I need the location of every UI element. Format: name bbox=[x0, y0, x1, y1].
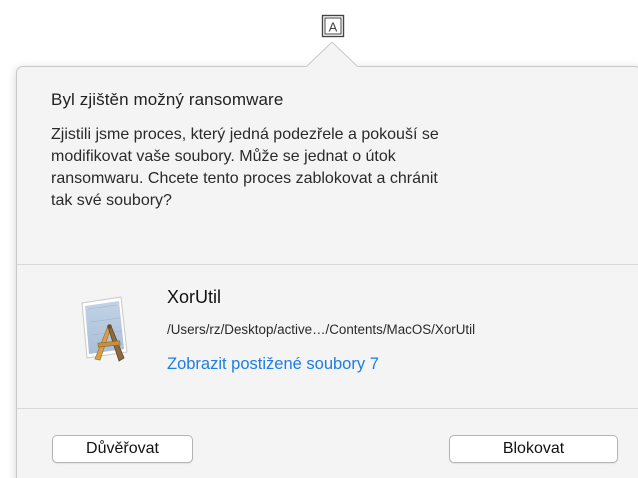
process-path: /Users/rz/Desktop/active…/Contents/MacOS… bbox=[167, 322, 476, 337]
show-affected-files-link[interactable]: Zobrazit postižené soubory 7 bbox=[167, 355, 379, 374]
popover-arrow bbox=[306, 42, 358, 68]
ransomware-alert-popover: Byl zjištěn možný ransomware Zjistili js… bbox=[16, 66, 638, 478]
alert-message: Zjistili jsme proces, který jedná podezř… bbox=[51, 126, 439, 209]
xcode-app-icon bbox=[81, 296, 128, 362]
block-button[interactable]: Blokovat bbox=[449, 435, 618, 463]
page: A Byl zjištěn možný ransomware Zjistili … bbox=[0, 0, 638, 478]
menubar-a-letter: A bbox=[329, 20, 338, 35]
trust-button[interactable]: Důvěřovat bbox=[52, 435, 193, 463]
separator bbox=[17, 264, 638, 265]
alert-title: Byl zjištěn možný ransomware bbox=[51, 90, 284, 109]
process-name: XorUtil bbox=[167, 287, 222, 307]
separator bbox=[17, 408, 638, 409]
menubar-a-icon[interactable]: A bbox=[321, 14, 345, 38]
